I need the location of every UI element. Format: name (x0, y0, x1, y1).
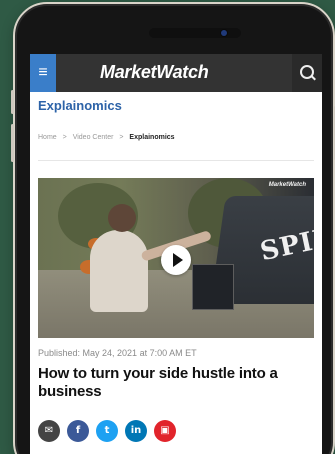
twitter-share-button[interactable]: t (96, 420, 118, 442)
truck-window (192, 264, 234, 310)
person-head (108, 204, 136, 232)
email-share-button[interactable]: ✉ (38, 420, 60, 442)
flipboard-icon: ▣ (160, 425, 170, 436)
menu-icon: ≡ (38, 64, 48, 81)
search-icon (300, 65, 314, 79)
top-navigation-bar: ≡ MarketWatch (30, 54, 322, 92)
play-button[interactable] (161, 245, 191, 275)
video-player[interactable]: SPIL MarketWatch (38, 178, 314, 338)
phone-notch (149, 28, 241, 38)
side-button (11, 124, 14, 162)
camera-icon (221, 30, 227, 36)
email-icon: ✉ (44, 425, 54, 436)
menu-button[interactable]: ≡ (30, 54, 56, 92)
breadcrumb: Home > Video Center > Explainomics (38, 134, 175, 141)
section-title[interactable]: Explainomics (38, 98, 122, 113)
linkedin-icon: in (130, 425, 142, 436)
phone-screen: ≡ MarketWatch Explainomics Home > Video … (30, 54, 322, 454)
content-divider (38, 160, 314, 161)
side-button (11, 90, 14, 114)
breadcrumb-video-center[interactable]: Video Center (73, 134, 114, 141)
search-button[interactable] (292, 54, 322, 92)
breadcrumb-separator: > (119, 134, 124, 141)
brand-title: MarketWatch (100, 62, 209, 82)
published-date: Published: May 24, 2021 at 7:00 AM ET (38, 348, 197, 358)
breadcrumb-home[interactable]: Home (38, 134, 57, 141)
twitter-icon: t (104, 425, 110, 436)
linkedin-share-button[interactable]: in (125, 420, 147, 442)
article-headline: How to turn your side hustle into a busi… (38, 365, 278, 400)
breadcrumb-current: Explainomics (129, 134, 175, 141)
flipboard-share-button[interactable]: ▣ (154, 420, 176, 442)
play-icon (173, 253, 183, 267)
brand-logo[interactable]: MarketWatch (100, 62, 209, 83)
facebook-icon: f (75, 425, 81, 436)
video-watermark: MarketWatch (268, 182, 306, 188)
breadcrumb-separator: > (62, 134, 67, 141)
person-body (90, 230, 148, 312)
facebook-share-button[interactable]: f (67, 420, 89, 442)
